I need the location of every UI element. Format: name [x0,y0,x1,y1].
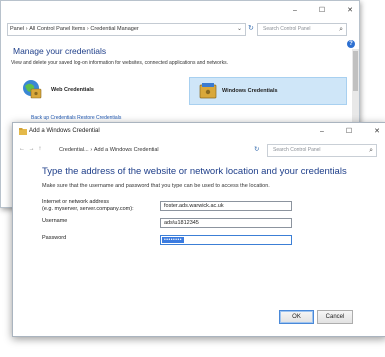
cancel-button[interactable]: Cancel [317,310,353,324]
password-field[interactable]: •••••••• [160,235,292,245]
breadcrumb-separator: › [86,26,89,32]
cm-address-bar[interactable]: Panel › All Control Panel Items › Creden… [7,23,246,36]
breadcrumb-separator: › [90,147,93,153]
search-placeholder: Search Control Panel [263,26,311,32]
add-address-bar[interactable]: Credential... › Add a Windows Credential [59,145,239,155]
cm-search-input[interactable]: Search Control Panel ⌕ [257,23,347,36]
maximize-button[interactable]: ☐ [319,7,325,15]
add-credential-window: Add a Windows Credential – ☐ ✕ ← → ↑ Cre… [12,122,385,337]
dialog-description: Make sure that the username and password… [42,183,270,189]
web-credentials-label: Web Credentials [51,87,94,93]
maximize-button[interactable]: ☐ [346,128,352,136]
minimize-button[interactable]: – [320,128,324,136]
username-field[interactable]: ads\u1812345 [160,218,292,228]
chevron-down-icon[interactable]: ⌄ [237,25,242,32]
address-label-line1: Internet or network address [42,199,109,205]
web-credentials-button[interactable]: Web Credentials [9,77,169,103]
refresh-icon[interactable]: ↻ [254,145,259,153]
globe-vault-icon [21,78,43,100]
search-icon: ⌕ [339,26,343,33]
windows-credentials-button[interactable]: Windows Credentials [189,77,347,105]
breadcrumb-item[interactable]: Add a Windows Credential [94,147,159,153]
scrollbar-thumb[interactable] [353,51,358,91]
address-field[interactable]: foster.ads.warwick.ac.uk [160,201,292,211]
search-placeholder: Search Control Panel [273,147,321,153]
username-label: Username [42,218,68,224]
backup-restore-links[interactable]: Back up Credentials Restore Credentials [31,115,121,121]
vault-icon [198,81,218,101]
folder-icon [19,128,27,135]
close-button[interactable]: ✕ [374,128,380,136]
window-title: Add a Windows Credential [29,128,100,134]
breadcrumb-item[interactable]: Panel [10,26,24,32]
breadcrumb-item[interactable]: Credential... [59,147,89,153]
nav-arrows[interactable]: ← → ↑ [19,146,42,152]
search-icon: ⌕ [369,147,373,154]
breadcrumb-separator: › [25,26,28,32]
close-button[interactable]: ✕ [347,7,353,15]
add-search-input[interactable]: Search Control Panel ⌕ [267,144,377,157]
cm-window-controls: – ☐ ✕ [293,7,353,15]
breadcrumb-item[interactable]: All Control Panel Items [29,26,85,32]
windows-credentials-label: Windows Credentials [222,88,278,94]
help-icon[interactable]: ? [347,40,355,48]
address-label-line2: (e.g. myserver, server.company.com): [42,206,134,212]
dialog-heading: Type the address of the website or netwo… [42,166,347,177]
add-window-controls: – ☐ ✕ [320,128,380,136]
ok-button[interactable]: OK [279,310,314,324]
password-mask: •••••••• [162,237,185,243]
address-label: Internet or network address (e.g. myserv… [42,199,134,213]
minimize-button[interactable]: – [293,7,297,15]
refresh-icon[interactable]: ↻ [248,24,254,32]
page-description: View and delete your saved log-on inform… [11,60,228,66]
add-credential-titlebar[interactable]: Add a Windows Credential – ☐ ✕ [13,123,385,141]
password-label: Password [42,235,67,241]
page-title: Manage your credentials [13,46,107,56]
breadcrumb-item[interactable]: Credential Manager [90,26,138,32]
